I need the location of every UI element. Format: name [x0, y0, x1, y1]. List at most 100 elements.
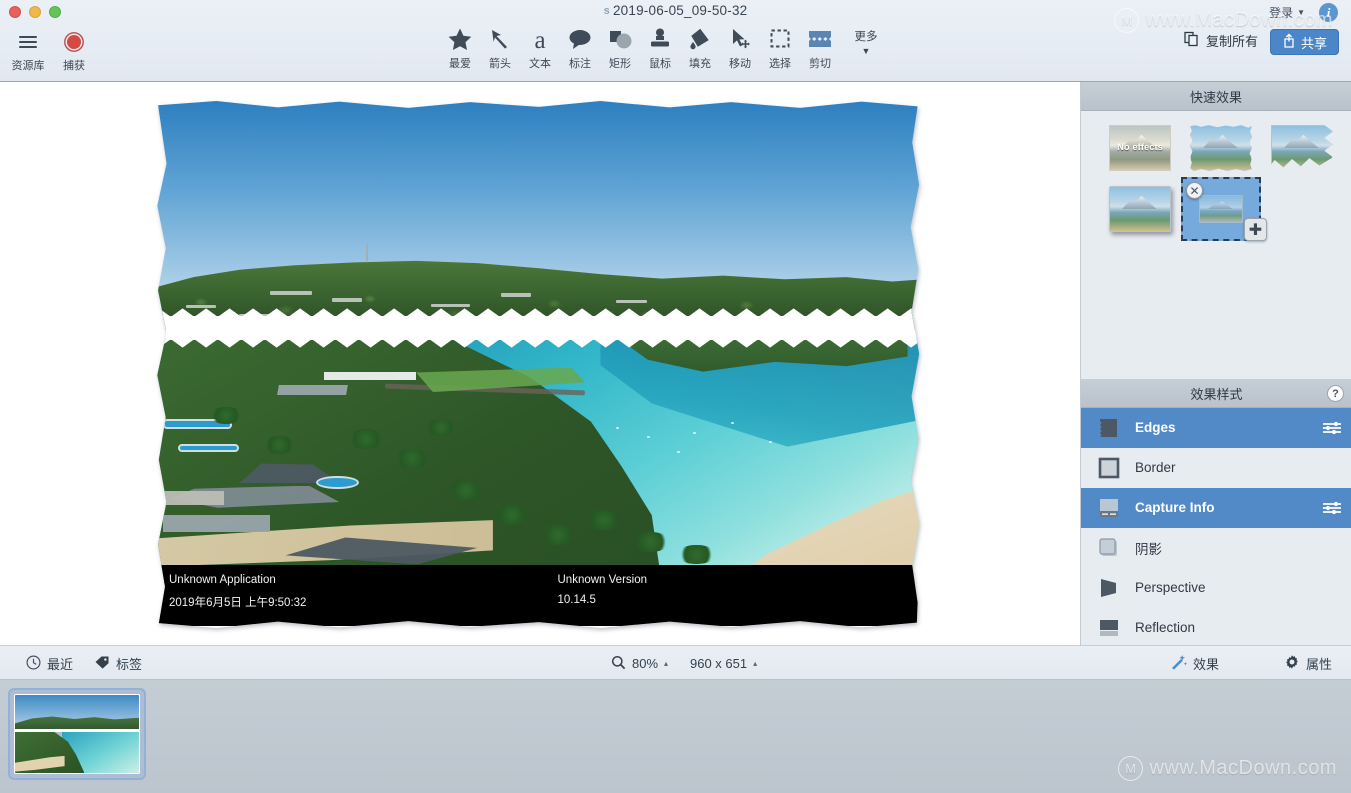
effect-styles-title: 效果样式 [1190, 386, 1243, 402]
zoom-control[interactable]: 80% ▴ [611, 646, 668, 681]
hillside-building [615, 300, 647, 304]
toolbar-item-text[interactable]: a 文本 [520, 24, 560, 71]
capture-info-icon [1097, 497, 1121, 519]
info-button[interactable]: i [1319, 3, 1338, 22]
palm-canopy [262, 436, 297, 454]
toolbar-item-stamp[interactable]: 鼠标 [640, 24, 680, 71]
toolbar-item-fill[interactable]: 填充 [680, 24, 720, 71]
chevron-down-icon: ▼ [861, 46, 871, 56]
toolbar-item-cut[interactable]: 剪切 [800, 24, 840, 71]
tray-thumbnail-selected[interactable] [8, 688, 146, 780]
tags-button[interactable]: 标签 [94, 646, 142, 681]
capture-record-icon [63, 28, 85, 56]
toolbar-label-library: 资源库 [11, 60, 45, 72]
library-icon [17, 28, 39, 56]
tray-thumbnail-image [14, 694, 140, 774]
toolbar-item-callout[interactable]: 标注 [560, 24, 600, 71]
recent-button[interactable]: 最近 [26, 646, 73, 681]
toolbar-item-favorites[interactable]: 最爱 [440, 24, 480, 71]
mountain-shape [1208, 201, 1233, 209]
torn-edge-mask: Unknown Application Unknown Version 2019… [157, 101, 920, 628]
edited-image-document[interactable]: Unknown Application Unknown Version 2019… [155, 100, 923, 629]
capture-info-overlay: Unknown Application Unknown Version 2019… [157, 565, 920, 626]
reflection-icon [1097, 617, 1121, 639]
toolbar-item-shapes[interactable]: 矩形 [600, 24, 640, 71]
toolbar-item-capture[interactable]: 捕获 [54, 28, 94, 73]
status-bar: 最近 标签 80% ▴ 960 x 651 ▴ 效果 属性 [0, 645, 1351, 680]
toolbar-item-library[interactable]: 资源库 [8, 28, 48, 73]
hillside-building [500, 293, 532, 297]
toolbar-item-move[interactable]: 移动 [720, 24, 760, 71]
toolbar-label-arrow: 箭头 [489, 58, 511, 70]
quick-effect-drop-shadow[interactable] [1109, 186, 1171, 232]
magnifier-icon [611, 655, 626, 673]
effects-toggle[interactable]: 效果 [1170, 646, 1219, 681]
effect-style-label: Reflection [1135, 620, 1196, 635]
dimensions-control[interactable]: 960 x 651 ▴ [690, 646, 757, 681]
svg-text:a: a [534, 27, 545, 52]
fill-icon [688, 24, 712, 54]
toolbar-more-button[interactable]: 更多 ▼ [846, 24, 886, 56]
effect-style-row-border[interactable]: Border [1081, 448, 1351, 488]
toolbar-label-shapes: 矩形 [609, 58, 631, 70]
hillside-building [331, 297, 363, 302]
chevron-down-icon: ▼ [1297, 8, 1305, 17]
mountain-shape [1122, 195, 1157, 209]
selection-icon [768, 24, 792, 54]
sliders-icon[interactable] [1322, 421, 1342, 435]
palm-canopy [631, 532, 670, 553]
photo-upper-region [157, 101, 920, 331]
effect-style-label: 阴影 [1135, 541, 1162, 557]
sliders-icon[interactable] [1322, 501, 1342, 515]
stamp-icon [648, 24, 672, 54]
gear-icon [1284, 654, 1300, 673]
quick-effect-no-effects[interactable]: No effects [1109, 125, 1171, 171]
dimensions-value: 960 x 651 [690, 656, 748, 671]
effect-style-row-perspective[interactable]: Perspective [1081, 568, 1351, 608]
signin-menu[interactable]: 登录 ▼ [1269, 4, 1305, 21]
remove-effect-icon[interactable]: ✕ [1186, 182, 1203, 199]
hillside-building [270, 290, 313, 296]
photo-with-effects: Unknown Application Unknown Version 2019… [155, 100, 923, 629]
quick-effect-zigzag-edges[interactable] [1271, 125, 1333, 171]
add-effect-icon[interactable]: ✚ [1244, 218, 1267, 241]
move-icon [728, 24, 752, 54]
titlebar: s 2019-06-05_09-50-32 资源库 捕获 最爱 箭头 a 文本 … [0, 0, 1351, 82]
capture-info-os-version: 10.14.5 [557, 594, 596, 607]
left-toolbar: 资源库 捕获 [8, 28, 94, 73]
capture-tray [0, 680, 1351, 793]
effect-styles-section: 效果样式 ? Edges Border Capture Info 阴影 Pers… [1081, 379, 1351, 645]
palm-canopy [208, 406, 243, 425]
help-icon[interactable]: ? [1327, 385, 1344, 402]
quick-effect-thumbnail [1271, 125, 1333, 168]
document-title: s 2019-06-05_09-50-32 [0, 3, 1351, 18]
share-label: 共享 [1300, 35, 1327, 51]
editor-canvas[interactable]: Unknown Application Unknown Version 2019… [0, 82, 1080, 645]
resort-roof [277, 384, 348, 395]
quick-effect-thumbnail [1109, 186, 1171, 232]
app-window: s 2019-06-05_09-50-32 资源库 捕获 最爱 箭头 a 文本 … [0, 0, 1351, 793]
palm-canopy [347, 429, 386, 449]
shapes-icon [607, 24, 633, 54]
zigzag-tear-divider [157, 315, 920, 341]
copy-all-button[interactable]: 复制所有 [1184, 31, 1258, 50]
effect-style-row-edges[interactable]: Edges [1081, 408, 1351, 448]
sliders-icon-placeholder [1322, 541, 1342, 555]
effect-style-row-capture-info[interactable]: Capture Info [1081, 488, 1351, 528]
toolbar-item-arrow[interactable]: 箭头 [480, 24, 520, 71]
effect-style-row-reflection[interactable]: Reflection [1081, 608, 1351, 645]
quick-effects-grid: No effects ✕ ✚ [1081, 111, 1351, 247]
quick-effect-add-new[interactable]: ✕ ✚ [1181, 177, 1267, 241]
quick-effect-thumbnail [1199, 195, 1243, 223]
swimmer [731, 421, 734, 424]
properties-toggle[interactable]: 属性 [1284, 646, 1332, 681]
effect-style-row-shadow[interactable]: 阴影 [1081, 528, 1351, 568]
share-button[interactable]: 共享 [1269, 29, 1339, 55]
document-title-text: 2019-06-05_09-50-32 [612, 3, 748, 18]
quick-effect-no-effects-label: No effects [1117, 142, 1163, 154]
magic-wand-icon [1170, 654, 1188, 673]
toolbar-item-selection[interactable]: 选择 [760, 24, 800, 71]
quick-effect-torn-edges[interactable] [1190, 125, 1252, 171]
sliders-icon-placeholder [1322, 461, 1342, 475]
caret-up-icon: ▴ [664, 659, 669, 668]
